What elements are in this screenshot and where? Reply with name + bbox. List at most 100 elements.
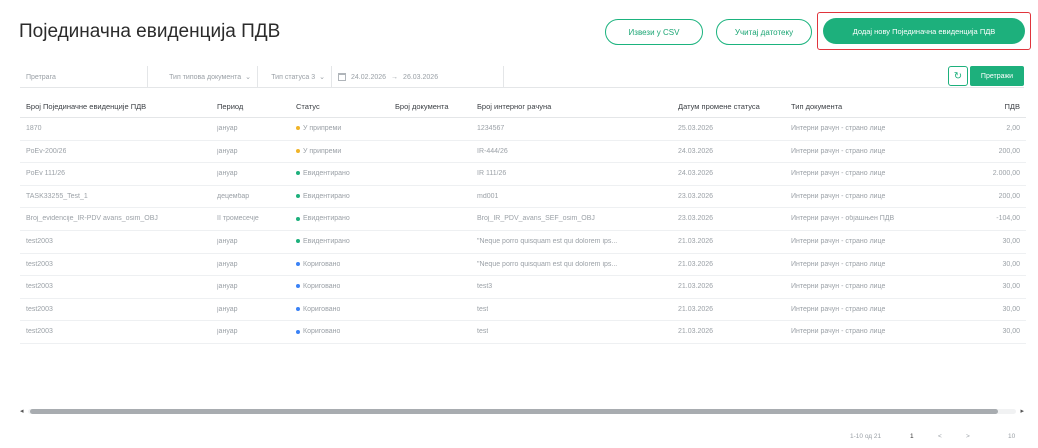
status-text: Кориговано (303, 328, 341, 336)
row-status-date: 23.03.2026 (678, 192, 714, 200)
date-from: 24.02.2026 (351, 73, 387, 81)
row-vat: 30,00 (1002, 237, 1020, 245)
row-document-type: Интерни рачун - страно лице (791, 147, 886, 155)
row-internal-invoice: test (477, 305, 489, 313)
status-dot-icon (296, 171, 300, 176)
import-file-button[interactable]: Учитај датотеку (716, 19, 812, 45)
horizontal-scrollbar[interactable]: ◂ ▸ (20, 406, 1024, 416)
status-text: Евидентирано (303, 215, 350, 223)
table-row[interactable]: test2003 јануар Кориговано test 21.03.2026 Ин… (20, 321, 1026, 344)
row-id: test2003 (26, 328, 53, 336)
row-vat: 200,00 (998, 192, 1020, 200)
page-size-select[interactable]: 10 (1008, 433, 1015, 440)
status-text: Кориговано (303, 260, 341, 268)
next-page-button[interactable]: > (966, 433, 970, 440)
chevron-down-icon: ⌄ (245, 74, 251, 81)
page-header: Појединачна евиденција ПДВ Извези у CSV … (0, 0, 1038, 64)
highlight-box: Додај нову Појединачна евиденција ПДВ (817, 12, 1031, 50)
column-header[interactable]: Број интерног рачуна (477, 102, 551, 111)
chevron-down-icon: ⌄ (319, 74, 325, 81)
document-type-select[interactable]: Тип типова документа ⌄ (148, 66, 258, 88)
filter-bar: Претрага Тип типова документа ⌄ Тип стат… (20, 66, 1024, 88)
column-header[interactable]: Датум промене статуса (678, 102, 760, 111)
prev-page-button[interactable]: < (938, 433, 942, 440)
row-status-date: 24.03.2026 (678, 147, 714, 155)
row-id: test2003 (26, 237, 53, 245)
row-status-date: 24.03.2026 (678, 170, 714, 178)
status-dot-icon (296, 306, 300, 311)
row-id: PoEv-200/26 (26, 147, 67, 155)
search-button[interactable]: Претражи (970, 66, 1024, 86)
table-row[interactable]: test2003 јануар Евидентирано "Neque porro q… (20, 231, 1026, 254)
column-header[interactable]: Број Појединачне евиденције ПДВ (26, 102, 146, 111)
scroll-right-icon[interactable]: ▸ (1020, 407, 1024, 415)
status-text: У припреми (303, 147, 342, 155)
data-table: Број Појединачне евиденције ПДВ Период С… (20, 98, 1026, 344)
row-document-type: Интерни рачун - страно лице (791, 283, 886, 291)
table-row[interactable]: PoEv-200/26 јануар У припреми IR-444/26 24.0… (20, 141, 1026, 164)
table-row[interactable]: test2003 јануар Кориговано test 21.03.2026 Ин… (20, 299, 1026, 322)
row-internal-invoice: Broj_IR_PDV_avans_SEF_osim_OBJ (477, 215, 595, 223)
row-internal-invoice: md001 (477, 192, 499, 200)
row-document-type: Интерни рачун - страно лице (791, 305, 886, 313)
status-dot-icon (296, 284, 300, 289)
row-id: PoEv 111/26 (26, 170, 66, 178)
row-status: Кориговано (296, 306, 340, 313)
column-header[interactable]: Тип документа (791, 102, 842, 111)
row-vat: 2.000,00 (992, 170, 1020, 178)
column-header[interactable]: Период (217, 102, 243, 111)
row-internal-invoice: 1234567 (477, 125, 505, 132)
page-number[interactable]: 1 (910, 433, 914, 440)
row-document-type: Интерни рачун - страно лице (791, 125, 886, 132)
row-internal-invoice: test3 (477, 283, 493, 291)
row-document-type: Интерни рачун - страно лице (791, 260, 886, 268)
status-label: Тип статуса 3 (271, 73, 316, 81)
row-period: јануар (217, 305, 238, 313)
scroll-thumb[interactable] (30, 409, 998, 414)
row-status-date: 21.03.2026 (678, 328, 714, 336)
export-csv-button[interactable]: Извези у CSV (605, 19, 703, 45)
status-dot-icon (296, 193, 300, 198)
page-title: Појединачна евиденција ПДВ (19, 21, 281, 42)
row-status: У припреми (296, 125, 341, 132)
document-type-label: Тип типова документа (169, 73, 242, 81)
column-header[interactable]: ПДВ (1005, 102, 1020, 111)
table-row[interactable]: PoEv 111/26 јануар Евидентирано IR 111/26 24… (20, 163, 1026, 186)
status-dot-icon (296, 126, 300, 131)
scroll-left-icon[interactable]: ◂ (20, 407, 24, 415)
row-document-type: Интерни рачун - страно лице (791, 192, 886, 200)
row-period: јануар (217, 237, 238, 245)
status-dot-icon (296, 329, 300, 334)
row-status: Евидентирано (296, 238, 350, 245)
add-new-button[interactable]: Додај нову Појединачна евиденција ПДВ (823, 18, 1025, 44)
table-row[interactable]: TASK33255_Test_1 децембар Евидентирано md00… (20, 186, 1026, 209)
table-body: 1870 јануар У припреми 1234567 25.03.2026 Инт… (20, 118, 1026, 344)
row-vat: 2,00 (1006, 125, 1020, 132)
table-row[interactable]: test2003 јануар Кориговано test3 21.03.2026 И… (20, 276, 1026, 299)
row-document-type: Интерни рачун - страно лице (791, 237, 886, 245)
table-header: Број Појединачне евиденције ПДВ Период С… (20, 98, 1026, 118)
row-id: Broj_evidencije_IR-PDV avans_osim_OBJ (26, 215, 158, 223)
table-row[interactable]: Broj_evidencije_IR-PDV avans_osim_OBJ II … (20, 208, 1026, 231)
row-vat: 30,00 (1002, 283, 1020, 291)
row-id: TASK33255_Test_1 (26, 192, 88, 200)
row-id: test2003 (26, 260, 53, 268)
status-text: Кориговано (303, 305, 341, 313)
column-header[interactable]: Статус (296, 102, 320, 111)
status-text: Евидентирано (303, 170, 350, 178)
row-status-date: 21.03.2026 (678, 260, 714, 268)
status-dot-icon (296, 261, 300, 266)
row-status: Евидентирано (296, 215, 350, 222)
row-period: јануар (217, 328, 238, 336)
date-range-picker[interactable]: 24.02.2026 → 26.03.2026 (332, 66, 504, 88)
search-input[interactable]: Претрага (20, 66, 148, 88)
row-status: Кориговано (296, 328, 340, 335)
column-header[interactable]: Број документа (395, 102, 449, 111)
row-period: јануар (217, 170, 238, 178)
date-to: 26.03.2026 (403, 73, 439, 81)
table-row[interactable]: test2003 јануар Кориговано "Neque porro qui… (20, 254, 1026, 277)
status-select[interactable]: Тип статуса 3 ⌄ (258, 66, 332, 88)
refresh-icon[interactable]: ↻ (948, 66, 968, 86)
row-period: децембар (217, 192, 250, 200)
table-row[interactable]: 1870 јануар У припреми 1234567 25.03.2026 Инт… (20, 118, 1026, 141)
